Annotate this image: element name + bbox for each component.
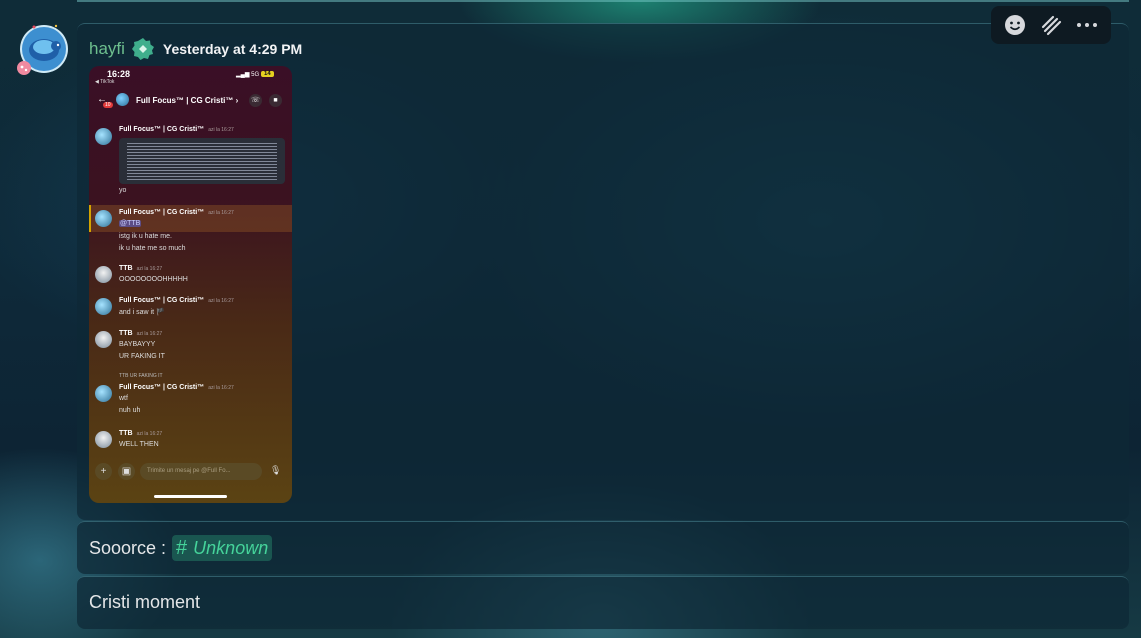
status-back-app: ◀ TikTok: [95, 79, 115, 85]
message-text: UR FAKING IT: [119, 353, 165, 360]
channel-name: Unknown: [193, 537, 269, 558]
attachment-image[interactable]: 16:28 ◀ TikTok ▂▄▆ 5G 14 ← 10 Full Focus…: [89, 66, 292, 503]
hash-icon: #: [176, 536, 188, 559]
add-reaction-icon[interactable]: [1001, 11, 1029, 39]
message-author: TTB azi la 16:27: [119, 430, 163, 437]
message-avatar: [95, 210, 112, 227]
message-embed: [119, 138, 285, 184]
message-avatar: [95, 385, 112, 402]
status-time: 16:28: [107, 69, 131, 79]
user-avatar[interactable]: [16, 24, 68, 76]
message-hover-toolbar: [991, 6, 1111, 44]
message-text: and i saw it 🏴: [119, 309, 165, 316]
unread-badge: 10: [103, 102, 113, 108]
phone-input-bar: + ▣ Trimite un mesaj pe @Full Fo... 🎙: [89, 461, 292, 485]
mention: @TTB: [119, 220, 142, 227]
message-author: Full Focus™ | CG Cristi™ azi la 16:27: [119, 209, 234, 216]
phone-status-bar: 16:28 ◀ TikTok ▂▄▆ 5G 14: [89, 66, 292, 88]
message-header: hayfi Yesterday at 4:29 PM: [89, 36, 302, 62]
home-indicator: [154, 495, 227, 498]
message-text: ik u hate me so much: [119, 245, 186, 252]
message-text: BAYBAYYY: [119, 341, 156, 348]
battery-badge: 14: [261, 71, 274, 77]
status-network: ▂▄▆ 5G: [236, 72, 260, 78]
message-author: Full Focus™ | CG Cristi™ azi la 16:27: [119, 297, 234, 304]
message-author: Full Focus™ | CG Cristi™ azi la 16:27: [119, 384, 234, 391]
chat-title: Full Focus™ | CG Cristi™ ›: [136, 96, 239, 105]
message-text: OOOOOOOOHHHHH: [119, 276, 188, 283]
previous-message-divider: [77, 0, 1129, 2]
source-label: Sooorce :: [89, 537, 167, 558]
mic-icon: 🎙: [270, 465, 282, 475]
source-line: Sooorce : # Unknown: [89, 535, 273, 561]
video-call-icon: ■: [269, 94, 282, 107]
message-avatar: [95, 128, 112, 145]
message-text: yo: [119, 187, 127, 194]
message-author: TTB azi la 16:27: [119, 265, 163, 272]
message-avatar: [95, 331, 112, 348]
phone-message-input: Trimite un mesaj pe @Full Fo...: [140, 463, 262, 480]
channel-mention[interactable]: # Unknown: [172, 535, 273, 561]
message-avatar: [95, 431, 112, 448]
reply-preview: TTB UR FAKING IT: [119, 373, 163, 379]
message-text: wtf: [119, 395, 128, 402]
message-avatar: [95, 298, 112, 315]
plus-icon: +: [95, 463, 112, 480]
chat-avatar: [116, 93, 129, 106]
turtle-avatar-icon: [17, 24, 68, 75]
message-avatar: [95, 266, 112, 283]
network-label: 5G: [251, 72, 260, 78]
phone-call-icon: ☏: [249, 94, 262, 107]
message-text: istg ik u hate me.: [119, 233, 172, 240]
message-text: @TTB: [119, 220, 142, 227]
message-text: WELL THEN: [119, 441, 159, 448]
more-options-icon[interactable]: [1073, 11, 1101, 39]
gift-icon: ▣: [118, 463, 135, 480]
phone-chat-header: ← 10 Full Focus™ | CG Cristi™ › ☏ ■: [89, 90, 292, 112]
app-badge-icon[interactable]: [131, 37, 155, 61]
username[interactable]: hayfi: [89, 39, 125, 59]
message-timestamp[interactable]: Yesterday at 4:29 PM: [163, 41, 302, 57]
super-reaction-icon[interactable]: [1037, 11, 1065, 39]
caption-text: Cristi moment: [89, 591, 201, 612]
message-author: Full Focus™ | CG Cristi™ azi la 16:27: [119, 126, 234, 133]
message-author: TTB azi la 16:27: [119, 330, 163, 337]
message-text: nuh uh: [119, 407, 141, 414]
caption-card: [77, 576, 1129, 629]
